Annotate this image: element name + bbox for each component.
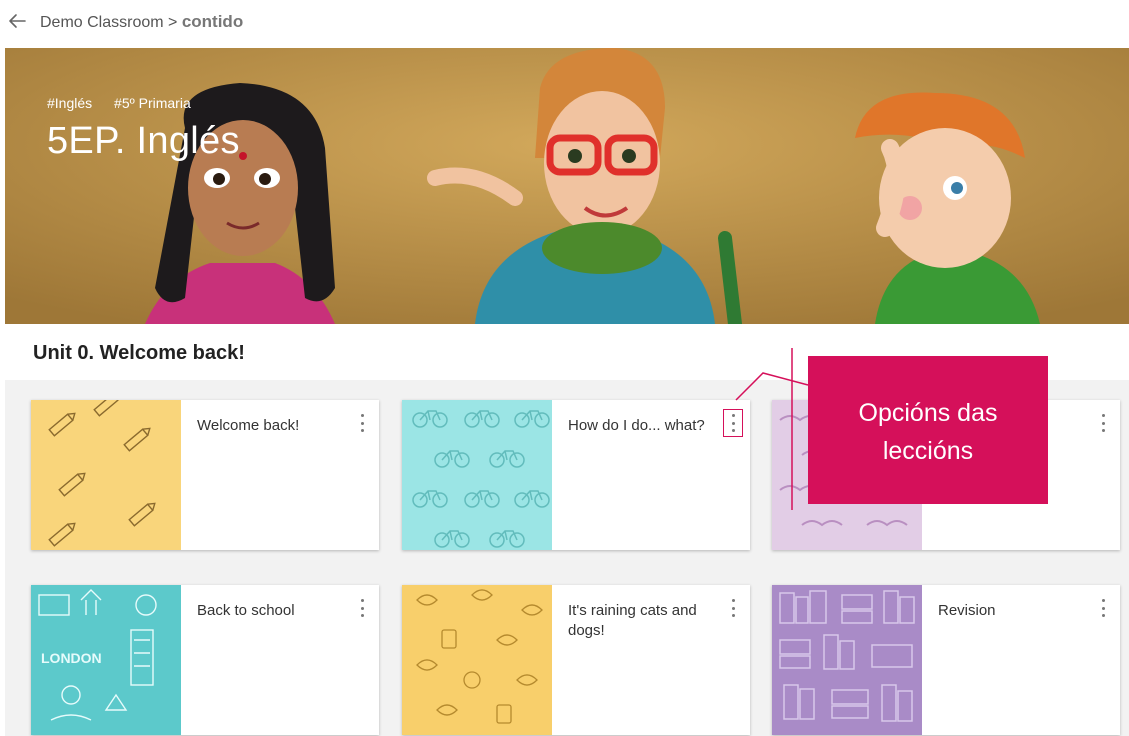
lesson-thumbnail: LONDON [31,585,181,735]
lesson-card[interactable]: It's raining cats and dogs! [402,585,750,735]
callout-text: Opcións das leccións [858,399,998,465]
banner-illustration [5,48,1129,324]
course-tags: #Inglés #5º Primaria [47,95,209,111]
breadcrumb: Demo Classroom > contido [40,12,243,32]
lesson-card[interactable]: LONDON Back to school [31,585,379,735]
lesson-title[interactable]: Revision [938,601,1088,621]
more-vertical-icon[interactable] [723,409,743,437]
pencil-pattern-icon [31,400,181,550]
more-vertical-icon[interactable] [1096,412,1110,434]
london-pattern-icon: LONDON [31,585,181,735]
leaf-pattern-icon [402,585,552,735]
lesson-title[interactable]: It's raining cats and dogs! [568,601,718,641]
lesson-title[interactable]: Welcome back! [197,416,347,436]
course-tag: #Inglés [47,95,93,111]
arrow-left-icon[interactable] [6,10,28,32]
breadcrumb-parent[interactable]: Demo Classroom > [40,14,177,31]
lesson-thumbnail [772,585,922,735]
course-tag: #5º Primaria [114,95,191,111]
lesson-thumbnail [402,585,552,735]
more-vertical-icon[interactable] [355,597,369,619]
lesson-thumbnail [402,400,552,550]
lesson-title[interactable]: Back to school [197,601,347,621]
more-vertical-icon[interactable] [1096,597,1110,619]
top-bar: Demo Classroom > contido [0,0,1129,48]
thumbnail-caption: LONDON [41,650,102,666]
book-pattern-icon [772,585,922,735]
course-banner: #Inglés #5º Primaria 5EP. Inglés [5,48,1129,324]
annotation-callout: Opcións das leccións [808,356,1048,504]
lesson-thumbnail [31,400,181,550]
lesson-card[interactable]: Welcome back! [31,400,379,550]
breadcrumb-current: contido [181,12,244,31]
bicycle-pattern-icon [402,400,552,550]
lesson-card[interactable]: Revision [772,585,1120,735]
course-title: 5EP. Inglés [47,120,240,162]
unit-title: Unit 0. Welcome back! [33,342,245,364]
more-vertical-icon[interactable] [726,597,740,619]
more-vertical-icon[interactable] [355,412,369,434]
lesson-card[interactable]: How do I do... what? [402,400,750,550]
lesson-title[interactable]: How do I do... what? [568,416,718,436]
